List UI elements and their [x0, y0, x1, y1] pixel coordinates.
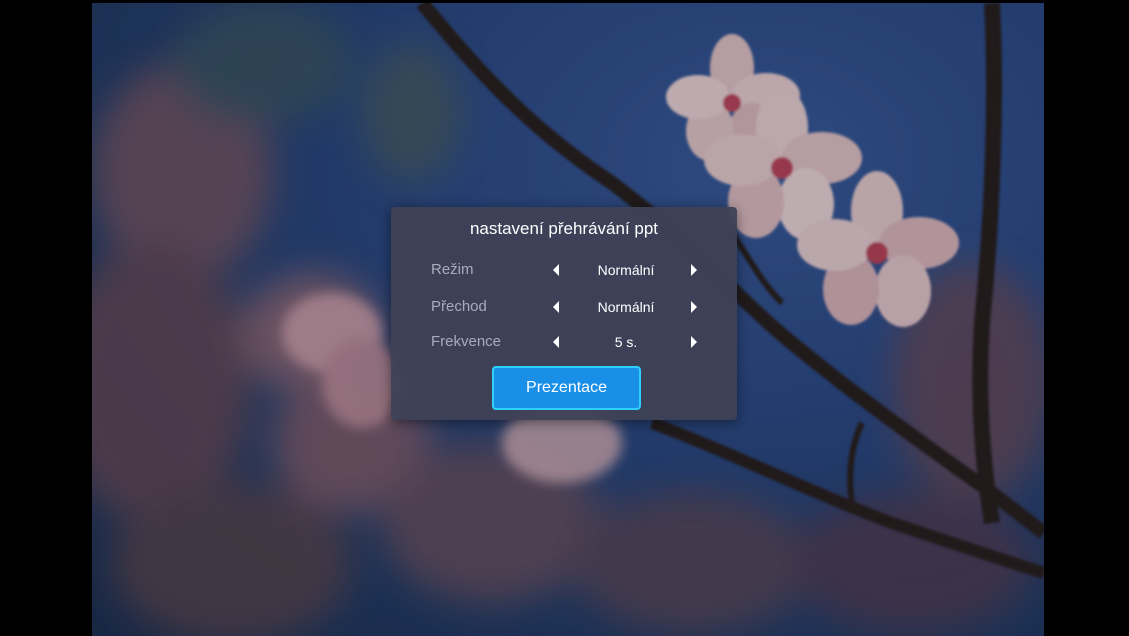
- setting-value: Normální: [597, 262, 655, 278]
- setting-value: 5 s.: [614, 334, 638, 350]
- screen: nastavení přehrávání ppt Režim Normální …: [0, 0, 1129, 636]
- setting-value: Normální: [597, 299, 655, 315]
- arrow-left-icon[interactable]: [549, 334, 565, 350]
- setting-label: Přechod: [431, 298, 487, 315]
- presentation-button[interactable]: Prezentace: [492, 366, 641, 410]
- arrow-left-icon[interactable]: [549, 299, 565, 315]
- dialog-title: nastavení přehrávání ppt: [469, 219, 659, 238]
- arrow-right-icon[interactable]: [685, 299, 701, 315]
- arrow-right-icon[interactable]: [685, 262, 701, 278]
- setting-row-frequency[interactable]: Frekvence 5 s.: [391, 330, 737, 354]
- setting-label: Režim: [431, 261, 474, 278]
- setting-row-transition[interactable]: Přechod Normální: [391, 295, 737, 319]
- setting-label: Frekvence: [431, 333, 502, 350]
- arrow-left-icon[interactable]: [549, 262, 565, 278]
- ppt-playback-settings-dialog: nastavení přehrávání ppt Režim Normální …: [391, 207, 737, 420]
- arrow-right-icon[interactable]: [685, 334, 701, 350]
- setting-row-mode[interactable]: Režim Normální: [391, 258, 737, 282]
